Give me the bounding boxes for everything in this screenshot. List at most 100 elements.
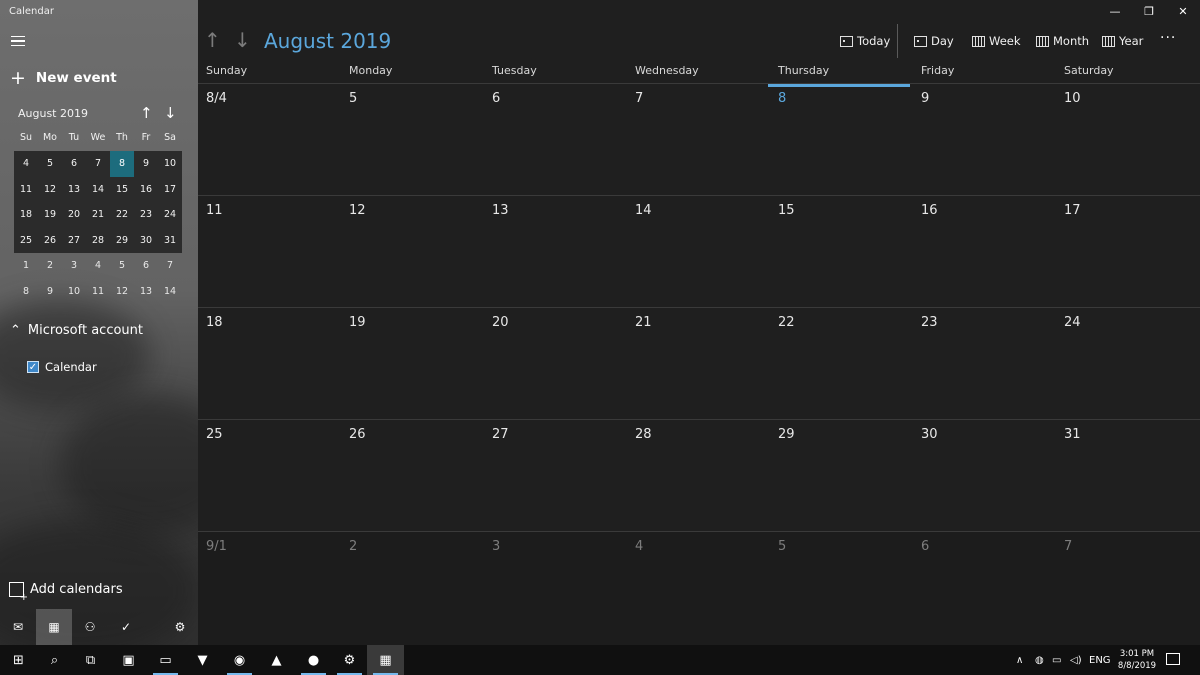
new-event-button[interactable]: + New event bbox=[10, 69, 117, 88]
mini-day[interactable]: 10 bbox=[158, 151, 182, 177]
mini-day[interactable]: 21 bbox=[86, 202, 110, 228]
day-cell[interactable]: 8/4 bbox=[198, 84, 341, 196]
day-cell[interactable]: 5 bbox=[770, 532, 913, 644]
day-cell[interactable]: 22 bbox=[770, 308, 913, 420]
add-calendars-button[interactable]: Add calendars bbox=[9, 582, 123, 603]
volume-icon[interactable]: ◁) bbox=[1070, 645, 1082, 675]
day-cell[interactable]: 14 bbox=[627, 196, 770, 308]
mini-day[interactable]: 5 bbox=[38, 151, 62, 177]
mini-day[interactable]: 19 bbox=[38, 202, 62, 228]
mini-day[interactable]: 26 bbox=[38, 228, 62, 254]
day-cell[interactable]: 15 bbox=[770, 196, 913, 308]
mini-day[interactable]: 10 bbox=[62, 279, 86, 305]
day-cell[interactable]: 27 bbox=[484, 420, 627, 532]
tray-app-icon[interactable]: ◍ bbox=[1035, 645, 1044, 675]
search-icon[interactable]: ⌕ bbox=[36, 645, 73, 675]
mini-day[interactable]: 27 bbox=[62, 228, 86, 254]
day-cell[interactable]: 13 bbox=[484, 196, 627, 308]
calendar-icon[interactable]: ▦ bbox=[36, 609, 72, 645]
spotify-icon[interactable]: ● bbox=[295, 645, 332, 675]
mini-day[interactable]: 25 bbox=[14, 228, 38, 254]
day-cell[interactable]: 9 bbox=[913, 84, 1056, 196]
day-cell[interactable]: 2 bbox=[341, 532, 484, 644]
mini-day[interactable]: 16 bbox=[134, 177, 158, 203]
mini-day[interactable]: 6 bbox=[134, 253, 158, 279]
day-cell[interactable]: 24 bbox=[1056, 308, 1199, 420]
month-view-button[interactable]: Month bbox=[1036, 34, 1089, 48]
mini-day[interactable]: 7 bbox=[158, 253, 182, 279]
day-cell[interactable]: 7 bbox=[627, 84, 770, 196]
mini-day[interactable]: 9 bbox=[38, 279, 62, 305]
day-cell[interactable]: 12 bbox=[341, 196, 484, 308]
mini-day[interactable]: 12 bbox=[110, 279, 134, 305]
close-icon[interactable]: ✕ bbox=[1166, 0, 1200, 24]
mini-day[interactable]: 9 bbox=[134, 151, 158, 177]
mini-day[interactable]: 1 bbox=[14, 253, 38, 279]
mail-icon[interactable]: ✉ bbox=[0, 609, 36, 645]
task-view-icon[interactable]: ⧉ bbox=[72, 645, 109, 675]
windows-start-icon[interactable]: ⊞ bbox=[0, 645, 37, 675]
tools-icon[interactable]: ▣ bbox=[110, 645, 147, 675]
photos-icon[interactable]: ▲ bbox=[258, 645, 295, 675]
hamburger-menu-icon[interactable] bbox=[11, 36, 25, 48]
day-cell[interactable]: 29 bbox=[770, 420, 913, 532]
day-cell[interactable]: 21 bbox=[627, 308, 770, 420]
day-cell[interactable]: 10 bbox=[1056, 84, 1199, 196]
tray-chevron-up-icon[interactable]: ∧ bbox=[1016, 645, 1023, 675]
day-cell[interactable]: 6 bbox=[913, 532, 1056, 644]
day-cell[interactable]: 16 bbox=[913, 196, 1056, 308]
day-cell[interactable]: 28 bbox=[627, 420, 770, 532]
mini-day[interactable]: 13 bbox=[134, 279, 158, 305]
browser-icon[interactable]: ◉ bbox=[221, 645, 258, 675]
day-cell[interactable]: 7 bbox=[1056, 532, 1199, 644]
mini-day[interactable]: 28 bbox=[86, 228, 110, 254]
mini-day[interactable]: 5 bbox=[110, 253, 134, 279]
mini-day[interactable]: 4 bbox=[14, 151, 38, 177]
day-cell[interactable]: 25 bbox=[198, 420, 341, 532]
mini-day[interactable]: 14 bbox=[86, 177, 110, 203]
day-cell[interactable]: 30 bbox=[913, 420, 1056, 532]
mini-day[interactable]: 23 bbox=[134, 202, 158, 228]
mini-day[interactable]: 31 bbox=[158, 228, 182, 254]
language-indicator[interactable]: ENG bbox=[1089, 645, 1111, 675]
day-cell[interactable]: 19 bbox=[341, 308, 484, 420]
day-cell[interactable]: 4 bbox=[627, 532, 770, 644]
day-cell[interactable]: 20 bbox=[484, 308, 627, 420]
day-cell[interactable]: 26 bbox=[341, 420, 484, 532]
mini-day[interactable]: 24 bbox=[158, 202, 182, 228]
today-button[interactable]: Today bbox=[840, 34, 890, 48]
day-cell[interactable]: 5 bbox=[341, 84, 484, 196]
mini-day[interactable]: 13 bbox=[62, 177, 86, 203]
calendar-app-icon[interactable]: ▦ bbox=[367, 645, 404, 675]
day-cell[interactable]: 17 bbox=[1056, 196, 1199, 308]
mini-calendar-prev-icon[interactable]: ↑ bbox=[140, 104, 153, 122]
file-explorer-icon[interactable]: ▭ bbox=[147, 645, 184, 675]
network-icon[interactable]: ▭ bbox=[1052, 645, 1061, 675]
mini-day[interactable]: 12 bbox=[38, 177, 62, 203]
day-cell[interactable]: 31 bbox=[1056, 420, 1199, 532]
calendar-toggle[interactable]: ✓ Calendar bbox=[27, 360, 97, 374]
mini-day[interactable]: 22 bbox=[110, 202, 134, 228]
day-cell[interactable]: 18 bbox=[198, 308, 341, 420]
mini-day[interactable]: 30 bbox=[134, 228, 158, 254]
mini-calendar-title[interactable]: August 2019 bbox=[18, 107, 88, 120]
more-options-icon[interactable]: ··· bbox=[1160, 30, 1176, 46]
week-view-button[interactable]: Week bbox=[972, 34, 1021, 48]
minimize-icon[interactable]: — bbox=[1098, 0, 1132, 24]
settings-icon[interactable]: ⚙ bbox=[162, 609, 198, 645]
mini-calendar-next-icon[interactable]: ↓ bbox=[164, 104, 177, 122]
mini-day[interactable]: 4 bbox=[86, 253, 110, 279]
mini-day[interactable]: 11 bbox=[86, 279, 110, 305]
mini-day[interactable]: 15 bbox=[110, 177, 134, 203]
day-cell[interactable]: 6 bbox=[484, 84, 627, 196]
mini-day[interactable]: 2 bbox=[38, 253, 62, 279]
mini-day[interactable]: 11 bbox=[14, 177, 38, 203]
mini-day[interactable]: 3 bbox=[62, 253, 86, 279]
mini-day[interactable]: 29 bbox=[110, 228, 134, 254]
mini-day[interactable]: 18 bbox=[14, 202, 38, 228]
mini-day[interactable]: 8 bbox=[110, 151, 134, 177]
mini-day[interactable]: 6 bbox=[62, 151, 86, 177]
day-cell[interactable]: 9/1 bbox=[198, 532, 341, 644]
todo-icon[interactable]: ✓ bbox=[108, 609, 144, 645]
day-cell[interactable]: 3 bbox=[484, 532, 627, 644]
